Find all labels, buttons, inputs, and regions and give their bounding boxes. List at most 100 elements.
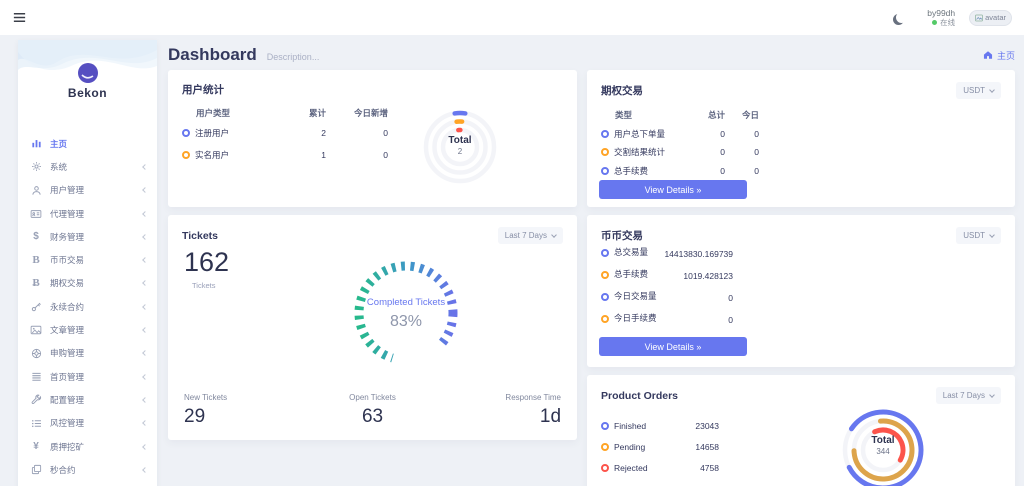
- user-menu[interactable]: by99dh 在线: [927, 8, 955, 28]
- sidebar-item-spot-trading[interactable]: B 币币交易: [18, 248, 157, 271]
- list-icon: [30, 371, 42, 383]
- col-header: 类型: [601, 109, 697, 121]
- sidebar-item-article-mgmt[interactable]: 文章管理: [18, 318, 157, 341]
- chevron-down-icon: [989, 232, 995, 238]
- page-subtitle: Description...: [267, 52, 320, 62]
- gauge-value: 83%: [346, 313, 466, 331]
- col-header: 今日新增: [326, 107, 388, 119]
- col-header: 总计: [697, 109, 725, 121]
- series-dot-icon: [601, 130, 609, 138]
- user-stats-donut-chart: Total 2: [410, 97, 510, 197]
- avatar[interactable]: avatar: [969, 10, 1012, 26]
- sidebar-item-finance-mgmt[interactable]: $ 财务管理: [18, 225, 157, 248]
- sidebar-item-label: 财务管理: [50, 231, 84, 243]
- chevron-left-icon: [142, 164, 148, 170]
- chart-center-value: 2: [410, 147, 510, 156]
- tickets-stats: New Tickets 29 Open Tickets 63 Response …: [168, 393, 577, 428]
- page-header: Dashboard Description... 主页: [168, 45, 1015, 65]
- chevron-down-icon: [989, 87, 995, 93]
- list-alt-icon: [30, 417, 42, 429]
- chevron-left-icon: [142, 211, 148, 217]
- table-row: 实名用户 1 0: [182, 144, 392, 166]
- sidebar-item-agent-mgmt[interactable]: 代理管理: [18, 202, 157, 225]
- period-value: Last 7 Days: [505, 231, 547, 240]
- chevron-left-icon: [142, 234, 148, 240]
- user-name: by99dh: [927, 8, 955, 19]
- card-title: 期权交易: [601, 83, 643, 98]
- sidebar-item-user-mgmt[interactable]: 用户管理: [18, 179, 157, 202]
- chart-bar-icon: [30, 138, 42, 150]
- sidebar-brand[interactable]: Bekon: [18, 40, 157, 124]
- row-label: 交割结果统计: [614, 146, 665, 158]
- user-stats-table: 用户类型 累计 今日新增 注册用户 2 0 实名用户 1 0: [182, 104, 392, 166]
- chevron-left-icon: [142, 420, 148, 426]
- breadcrumb[interactable]: 主页: [983, 49, 1015, 62]
- chevron-left-icon: [142, 257, 148, 263]
- stat-new-tickets: New Tickets 29: [184, 393, 310, 428]
- sidebar-item-config-mgmt[interactable]: 配置管理: [18, 388, 157, 411]
- sidebar-item-user-report[interactable]: 用户报表: [18, 481, 157, 486]
- period-value: Last 7 Days: [943, 391, 985, 400]
- row-value: 23043: [695, 421, 719, 431]
- currency-select[interactable]: USDT: [956, 82, 1001, 99]
- card-title: Tickets: [182, 230, 218, 242]
- sidebar: Bekon 主页 系统 用户管理 代理管理: [18, 40, 157, 486]
- sidebar-item-homepage-mgmt[interactable]: 首页管理: [18, 365, 157, 388]
- user-icon: [30, 184, 42, 196]
- sidebar-item-second-contract[interactable]: 秒合约: [18, 458, 157, 481]
- letter-b-icon: B: [30, 254, 42, 266]
- sidebar-item-options-trading[interactable]: Ƀ 期权交易: [18, 272, 157, 295]
- currency-select[interactable]: USDT: [956, 227, 1001, 244]
- sidebar-item-label: 系统: [50, 161, 67, 173]
- breadcrumb-label: 主页: [997, 49, 1015, 62]
- stat-label: Response Time: [435, 393, 561, 402]
- list-item: Rejected 4758: [601, 457, 719, 478]
- orders-rows: Finished 23043 Pending 14658 Rejected 47…: [601, 415, 719, 478]
- sidebar-item-label: 申购管理: [50, 347, 84, 359]
- series-dot-icon: [601, 315, 609, 323]
- dark-mode-toggle-moon-icon[interactable]: [896, 12, 907, 23]
- stat-label: New Tickets: [184, 393, 310, 402]
- sidebar-item-system[interactable]: 系统: [18, 155, 157, 178]
- period-select[interactable]: Last 7 Days: [936, 387, 1001, 404]
- row-label: 实名用户: [195, 149, 229, 161]
- top-navbar: by99dh 在线 avatar: [0, 0, 1024, 35]
- view-details-button[interactable]: View Details »: [599, 337, 747, 356]
- series-dot-icon: [182, 151, 190, 159]
- id-card-icon: [30, 208, 42, 220]
- row-value: 0: [728, 313, 733, 327]
- series-dot-icon: [601, 271, 609, 279]
- row-label: 今日手续费: [614, 313, 657, 325]
- broken-image-icon: [975, 14, 983, 22]
- row-label: 用户总下单量: [614, 128, 665, 140]
- life-ring-icon: [30, 347, 42, 359]
- currency-value: USDT: [963, 231, 985, 240]
- table-row: 用户总下单量 0 0: [601, 125, 759, 144]
- sidebar-item-perpetual[interactable]: 永续合约: [18, 295, 157, 318]
- chevron-left-icon: [142, 281, 148, 287]
- stat-label: Open Tickets: [310, 393, 436, 402]
- avatar-alt-text: avatar: [985, 13, 1006, 22]
- period-select[interactable]: Last 7 Days: [498, 227, 563, 244]
- sidebar-item-label: 质押挖矿: [50, 441, 84, 453]
- brand-logo-icon: [77, 62, 99, 84]
- sidebar-item-staking[interactable]: ¥ 质押挖矿: [18, 435, 157, 458]
- row-label: 总手续费: [614, 165, 648, 177]
- row-today: 0: [725, 129, 759, 139]
- list-item: 总交易量 14413830.169739: [601, 247, 733, 261]
- hamburger-menu-icon[interactable]: [12, 10, 28, 26]
- view-details-button[interactable]: View Details »: [599, 180, 747, 199]
- series-dot-icon: [601, 249, 609, 257]
- sidebar-item-home[interactable]: 主页: [18, 132, 157, 155]
- sidebar-item-risk-mgmt[interactable]: 风控管理: [18, 412, 157, 435]
- card-user-stats: 用户统计 用户类型 累计 今日新增 注册用户 2 0 实名用户 1 0: [168, 70, 577, 207]
- row-label: 今日交易量: [614, 291, 657, 303]
- row-total: 1: [274, 150, 326, 160]
- series-dot-icon: [182, 129, 190, 137]
- chevron-left-icon: [142, 187, 148, 193]
- row-total: 2: [274, 128, 326, 138]
- sidebar-item-label: 首页管理: [50, 371, 84, 383]
- row-value: 1019.428123: [683, 269, 733, 283]
- gauge-label: Completed Tickets: [346, 297, 466, 308]
- sidebar-item-subscription-mgmt[interactable]: 申购管理: [18, 342, 157, 365]
